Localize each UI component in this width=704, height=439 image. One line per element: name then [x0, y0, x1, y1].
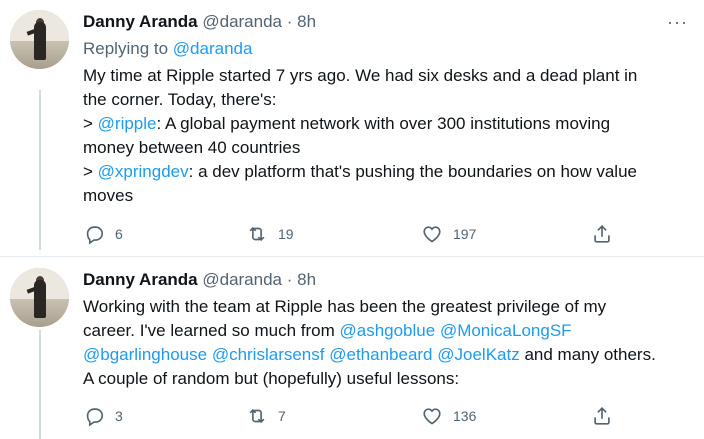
avatar[interactable] [10, 268, 69, 327]
tweet-header: Danny Aranda @daranda · 8h ··· [83, 10, 698, 34]
mention-link[interactable]: @MonicaLongSF [440, 321, 572, 340]
share-button[interactable] [591, 401, 613, 431]
tweet-text-line: : A global payment network with over 300… [156, 114, 611, 133]
separator-dot: · [286, 12, 293, 31]
tweet-text-line: Working with the team at Ripple has been… [83, 297, 607, 316]
quote-marker: > [83, 114, 98, 133]
tweet-text-line: A couple of random but (hopefully) usefu… [83, 369, 460, 388]
like-count: 197 [453, 226, 477, 242]
tweet-text: Working with the team at Ripple has been… [83, 295, 698, 391]
avatar[interactable] [10, 10, 69, 69]
tweet-text-line: money between 40 countries [83, 138, 301, 157]
like-count: 136 [453, 408, 477, 424]
tweet-header: Danny Aranda @daranda · 8h [83, 268, 698, 292]
mention-link[interactable]: @ethanbeard [329, 345, 432, 364]
mention-link[interactable]: @ripple [98, 114, 157, 133]
reply-icon [86, 226, 104, 245]
tweet-text-line: : a dev platform that's pushing the boun… [188, 162, 637, 181]
author-handle[interactable]: @daranda [202, 270, 282, 289]
tweet-text-line: moves [83, 186, 134, 205]
mention-link[interactable]: @chrislarsensf [212, 345, 325, 364]
tweet-text-line: the corner. Today, there's: [83, 90, 277, 109]
retweet-button[interactable]: 7 [246, 401, 286, 431]
tweet-time[interactable]: 8h [297, 12, 316, 31]
like-button[interactable]: 197 [421, 219, 476, 249]
replying-to: Replying to @daranda [83, 37, 698, 61]
replying-to-label: Replying to [83, 39, 169, 58]
share-button[interactable] [591, 219, 613, 249]
retweet-button[interactable]: 19 [246, 219, 294, 249]
heart-icon [423, 408, 441, 425]
tweet-actions: 3 7 136 [83, 401, 618, 431]
author-handle[interactable]: @daranda [202, 12, 282, 31]
tweet-time[interactable]: 8h [297, 270, 316, 289]
reply-button[interactable]: 6 [83, 219, 123, 249]
retweet-icon [249, 408, 265, 424]
replying-to-handle[interactable]: @daranda [173, 39, 253, 58]
tweet-actions: 6 19 197 [83, 219, 618, 249]
like-button[interactable]: 136 [421, 401, 476, 431]
heart-icon [423, 226, 441, 243]
mention-link[interactable]: @JoelKatz [437, 345, 519, 364]
retweet-icon [249, 226, 265, 242]
tweet[interactable]: Danny Aranda @daranda · 8h ··· Replying … [0, 0, 704, 257]
tweet-text: My time at Ripple started 7 yrs ago. We … [83, 64, 698, 208]
tweet-text-line: My time at Ripple started 7 yrs ago. We … [83, 66, 638, 85]
share-icon [594, 407, 610, 425]
reply-count: 6 [115, 226, 123, 242]
author-name[interactable]: Danny Aranda [83, 12, 198, 31]
reply-button[interactable]: 3 [83, 401, 123, 431]
tweet[interactable]: Danny Aranda @daranda · 8h Working with … [0, 258, 704, 439]
mention-link[interactable]: @bgarlinghouse [83, 345, 207, 364]
author-name[interactable]: Danny Aranda [83, 270, 198, 289]
quote-marker: > [83, 162, 98, 181]
retweet-count: 19 [278, 226, 294, 242]
retweet-count: 7 [278, 408, 286, 424]
more-options-icon[interactable]: ··· [667, 10, 688, 34]
tweet-text-line: career. I've learned so much from [83, 321, 340, 340]
reply-count: 3 [115, 408, 123, 424]
mention-link[interactable]: @xpringdev [98, 162, 189, 181]
mention-link[interactable]: @ashgoblue [339, 321, 435, 340]
tweet-text-line: and many others. [519, 345, 656, 364]
separator-dot: · [286, 270, 293, 289]
reply-icon [86, 408, 104, 427]
share-icon [594, 225, 610, 243]
